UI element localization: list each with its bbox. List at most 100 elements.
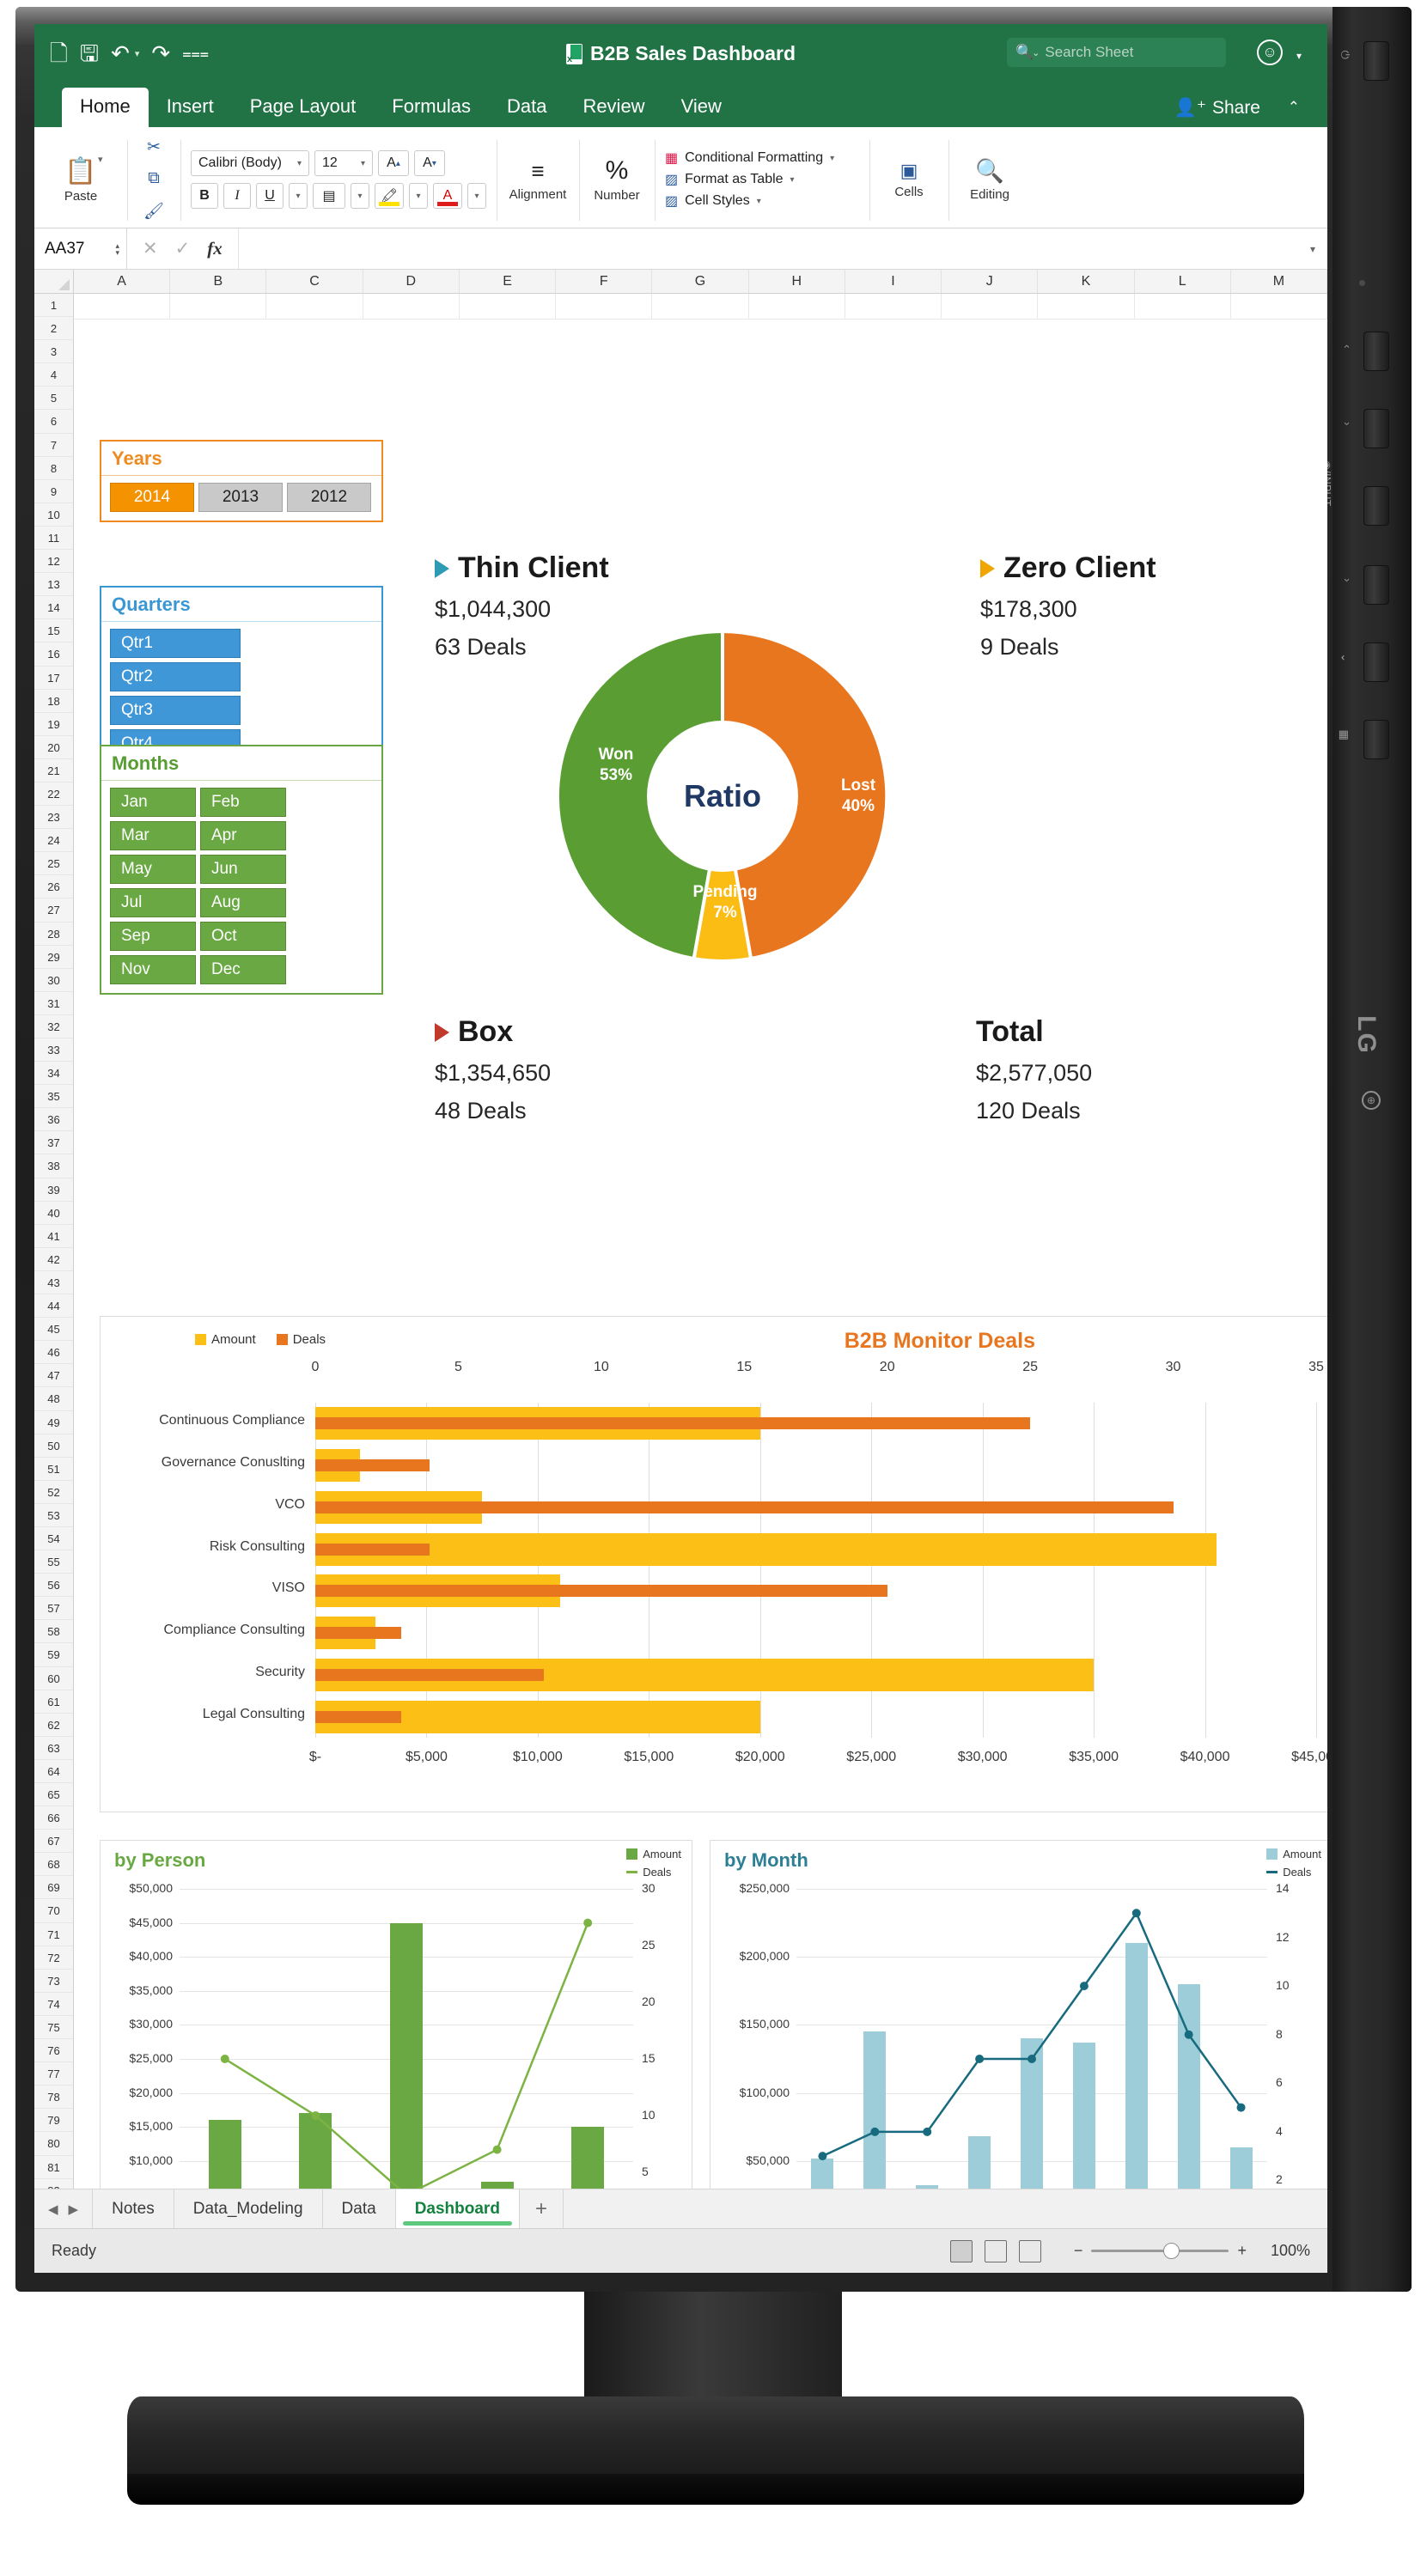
column-header-E[interactable]: E — [460, 270, 557, 293]
borders-dropdown-icon[interactable]: ▾ — [351, 183, 369, 209]
slicer-chip-sep[interactable]: Sep — [110, 922, 196, 951]
borders-icon[interactable]: ▤ — [313, 183, 345, 209]
row-header-25[interactable]: 25 — [34, 852, 73, 876]
row-header-66[interactable]: 66 — [34, 1806, 73, 1830]
grow-font-icon[interactable]: A ▴ — [378, 150, 409, 176]
row-header-62[interactable]: 62 — [34, 1714, 73, 1737]
row-header-11[interactable]: 11 — [34, 527, 73, 551]
sheet-tab-notes[interactable]: Notes — [93, 2189, 174, 2228]
row-header-60[interactable]: 60 — [34, 1667, 73, 1690]
monitor-right-button[interactable] — [1363, 409, 1389, 448]
cell-styles-button[interactable]: Cell Styles — [685, 193, 750, 209]
row-header-10[interactable]: 10 — [34, 503, 73, 527]
collapse-ribbon-icon[interactable]: ⌃ — [1288, 99, 1300, 116]
row-header-17[interactable]: 17 — [34, 667, 73, 690]
column-header-G[interactable]: G — [652, 270, 749, 293]
row-header-48[interactable]: 48 — [34, 1387, 73, 1411]
row-header-24[interactable]: 24 — [34, 829, 73, 853]
row-header-54[interactable]: 54 — [34, 1527, 73, 1551]
row-header-31[interactable]: 31 — [34, 992, 73, 1015]
row-header-40[interactable]: 40 — [34, 1202, 73, 1225]
cut-icon[interactable]: ✂ — [147, 137, 161, 157]
slicer-chip-2013[interactable]: 2013 — [198, 483, 283, 512]
row-header-8[interactable]: 8 — [34, 457, 73, 480]
page-break-icon[interactable] — [1018, 2239, 1041, 2262]
paste-dropdown-icon[interactable]: ▾ — [98, 154, 103, 165]
tab-insert[interactable]: Insert — [149, 88, 232, 127]
name-box[interactable]: AA37 ▴ ▾ — [34, 228, 127, 269]
share-button[interactable]: 👤⁺ Share — [1174, 97, 1260, 119]
tab-formulas[interactable]: Formulas — [374, 88, 489, 127]
row-header-33[interactable]: 33 — [34, 1038, 73, 1063]
zoom-track[interactable] — [1091, 2243, 1229, 2259]
row-header-18[interactable]: 18 — [34, 690, 73, 713]
column-header-L[interactable]: L — [1135, 270, 1231, 293]
tab-home[interactable]: Home — [62, 88, 149, 127]
row-header-9[interactable]: 9 — [34, 480, 73, 503]
underline-button[interactable]: U — [256, 183, 284, 209]
column-header-A[interactable]: A — [74, 270, 171, 293]
slicer-chip-mar[interactable]: Mar — [110, 821, 196, 850]
row-header-32[interactable]: 32 — [34, 1015, 73, 1038]
save-icon[interactable]: 🖫 — [80, 42, 99, 64]
row-header-65[interactable]: 65 — [34, 1783, 73, 1807]
new-icon[interactable]: 🗋 — [50, 42, 68, 64]
row-header-53[interactable]: 53 — [34, 1504, 73, 1527]
row-header-69[interactable]: 69 — [34, 1876, 73, 1900]
format-as-table-button[interactable]: Format as Table — [685, 172, 783, 187]
slicer-chip-dec[interactable]: Dec — [200, 955, 286, 984]
sheet-tab-data[interactable]: Data — [323, 2189, 396, 2228]
row-header-72[interactable]: 72 — [34, 1946, 73, 1970]
row-header-49[interactable]: 49 — [34, 1411, 73, 1434]
row-header-81[interactable]: 81 — [34, 2156, 73, 2179]
row-header-71[interactable]: 71 — [34, 1923, 73, 1946]
column-header-D[interactable]: D — [363, 270, 460, 293]
slicer-chip-feb[interactable]: Feb — [200, 788, 286, 817]
ribbon-group-alignment[interactable]: ≡ Alignment — [497, 131, 579, 228]
italic-button[interactable]: I — [223, 183, 251, 209]
row-header-7[interactable]: 7 — [34, 434, 73, 457]
sheet-tab-data-modeling[interactable]: Data_Modeling — [174, 2189, 323, 2228]
format-painter-icon[interactable]: 🖌 — [143, 201, 164, 222]
search-sheet-box[interactable]: 🔍 ⌄ Search Sheet — [1007, 38, 1226, 67]
row-header-67[interactable]: 67 — [34, 1830, 73, 1854]
row-header-70[interactable]: 70 — [34, 1899, 73, 1923]
row-header-75[interactable]: 75 — [34, 2016, 73, 2040]
row-header-58[interactable]: 58 — [34, 1620, 73, 1644]
row-header-29[interactable]: 29 — [34, 946, 73, 969]
redo-icon[interactable]: ↷ — [151, 42, 170, 64]
row-header-50[interactable]: 50 — [34, 1434, 73, 1458]
slicer-chip-qtr1[interactable]: Qtr1 — [110, 629, 241, 658]
row-header-19[interactable]: 19 — [34, 713, 73, 736]
row-header-16[interactable]: 16 — [34, 642, 73, 667]
slicer-chip-apr[interactable]: Apr — [200, 821, 286, 850]
column-header-C[interactable]: C — [266, 270, 363, 293]
customize-icon[interactable]: ⩶ — [182, 46, 209, 61]
row-header-2[interactable]: 2 — [34, 317, 73, 341]
underline-dropdown-icon[interactable]: ▾ — [289, 183, 308, 209]
row-header-22[interactable]: 22 — [34, 783, 73, 807]
column-header-F[interactable]: F — [556, 270, 653, 293]
select-all-corner[interactable] — [34, 270, 74, 293]
slicer-chip-2014[interactable]: 2014 — [110, 483, 194, 512]
tab-data[interactable]: Data — [489, 88, 564, 127]
sheet-tab-dashboard[interactable]: Dashboard — [395, 2189, 520, 2228]
font-color-dropdown-icon[interactable]: ▾ — [467, 183, 486, 209]
row-header-74[interactable]: 74 — [34, 1993, 73, 2016]
monitor-left-button[interactable] — [1363, 332, 1389, 371]
row-header-57[interactable]: 57 — [34, 1597, 73, 1621]
smiley-icon[interactable]: ☺ — [1257, 40, 1283, 65]
smiley-dropdown-icon[interactable]: ▾ — [1296, 50, 1302, 62]
row-header-1[interactable]: 1 — [34, 294, 73, 318]
ribbon-group-editing[interactable]: 🔍 Editing — [948, 131, 1031, 228]
row-header-36[interactable]: 36 — [34, 1108, 73, 1132]
slicer-chip-2012[interactable]: 2012 — [287, 483, 371, 512]
zoom-knob[interactable] — [1162, 2243, 1180, 2259]
zoom-slider[interactable]: − + — [1074, 2242, 1247, 2260]
conditional-formatting-button[interactable]: Conditional Formatting — [685, 150, 823, 166]
row-header-5[interactable]: 5 — [34, 387, 73, 411]
column-header-M[interactable]: M — [1231, 270, 1327, 293]
row-header-73[interactable]: 73 — [34, 1970, 73, 1993]
row-header-43[interactable]: 43 — [34, 1271, 73, 1295]
tab-page-layout[interactable]: Page Layout — [232, 88, 375, 127]
